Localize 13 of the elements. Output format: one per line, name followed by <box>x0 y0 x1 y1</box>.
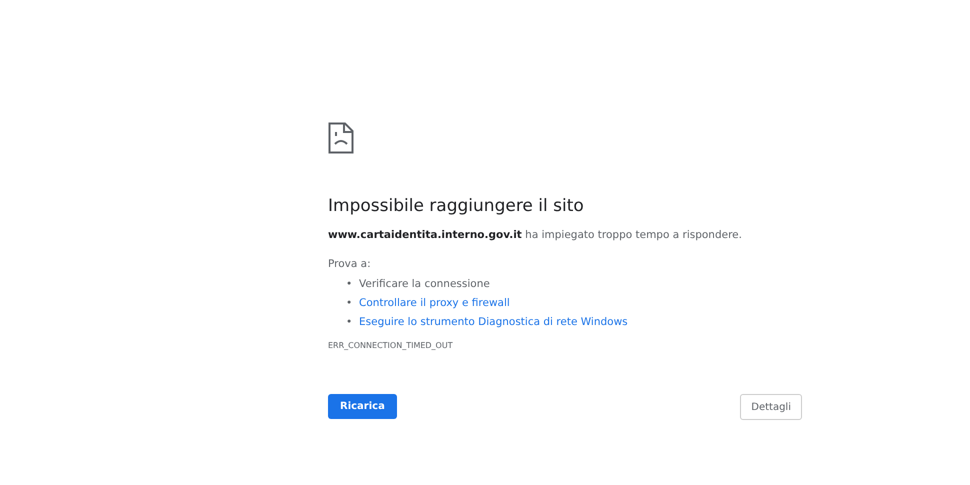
error-title: Impossibile raggiungere il sito <box>328 195 585 218</box>
error-message: www.cartaidentita.interno.gov.it ha impiegato troppo tempo a rispondere. <box>328 228 743 243</box>
suggestion-text: Verificare la connessione <box>359 277 490 292</box>
reload-button[interactable]: Ricarica <box>328 394 397 419</box>
sad-page-icon <box>328 122 354 154</box>
details-button[interactable]: Dettagli <box>740 394 802 420</box>
error-code: ERR_CONNECTION_TIMED_OUT <box>328 341 454 350</box>
suggestion-link[interactable]: Eseguire lo strumento Diagnostica di rete Windows <box>359 313 628 332</box>
bullet-mark: • <box>346 277 354 292</box>
bullet-mark: • <box>346 315 354 330</box>
bullet-mark: • <box>346 296 354 311</box>
suggestion-link[interactable]: Controllare il proxy e firewall <box>359 294 510 313</box>
suggestions-heading: Prova a: <box>328 257 372 272</box>
